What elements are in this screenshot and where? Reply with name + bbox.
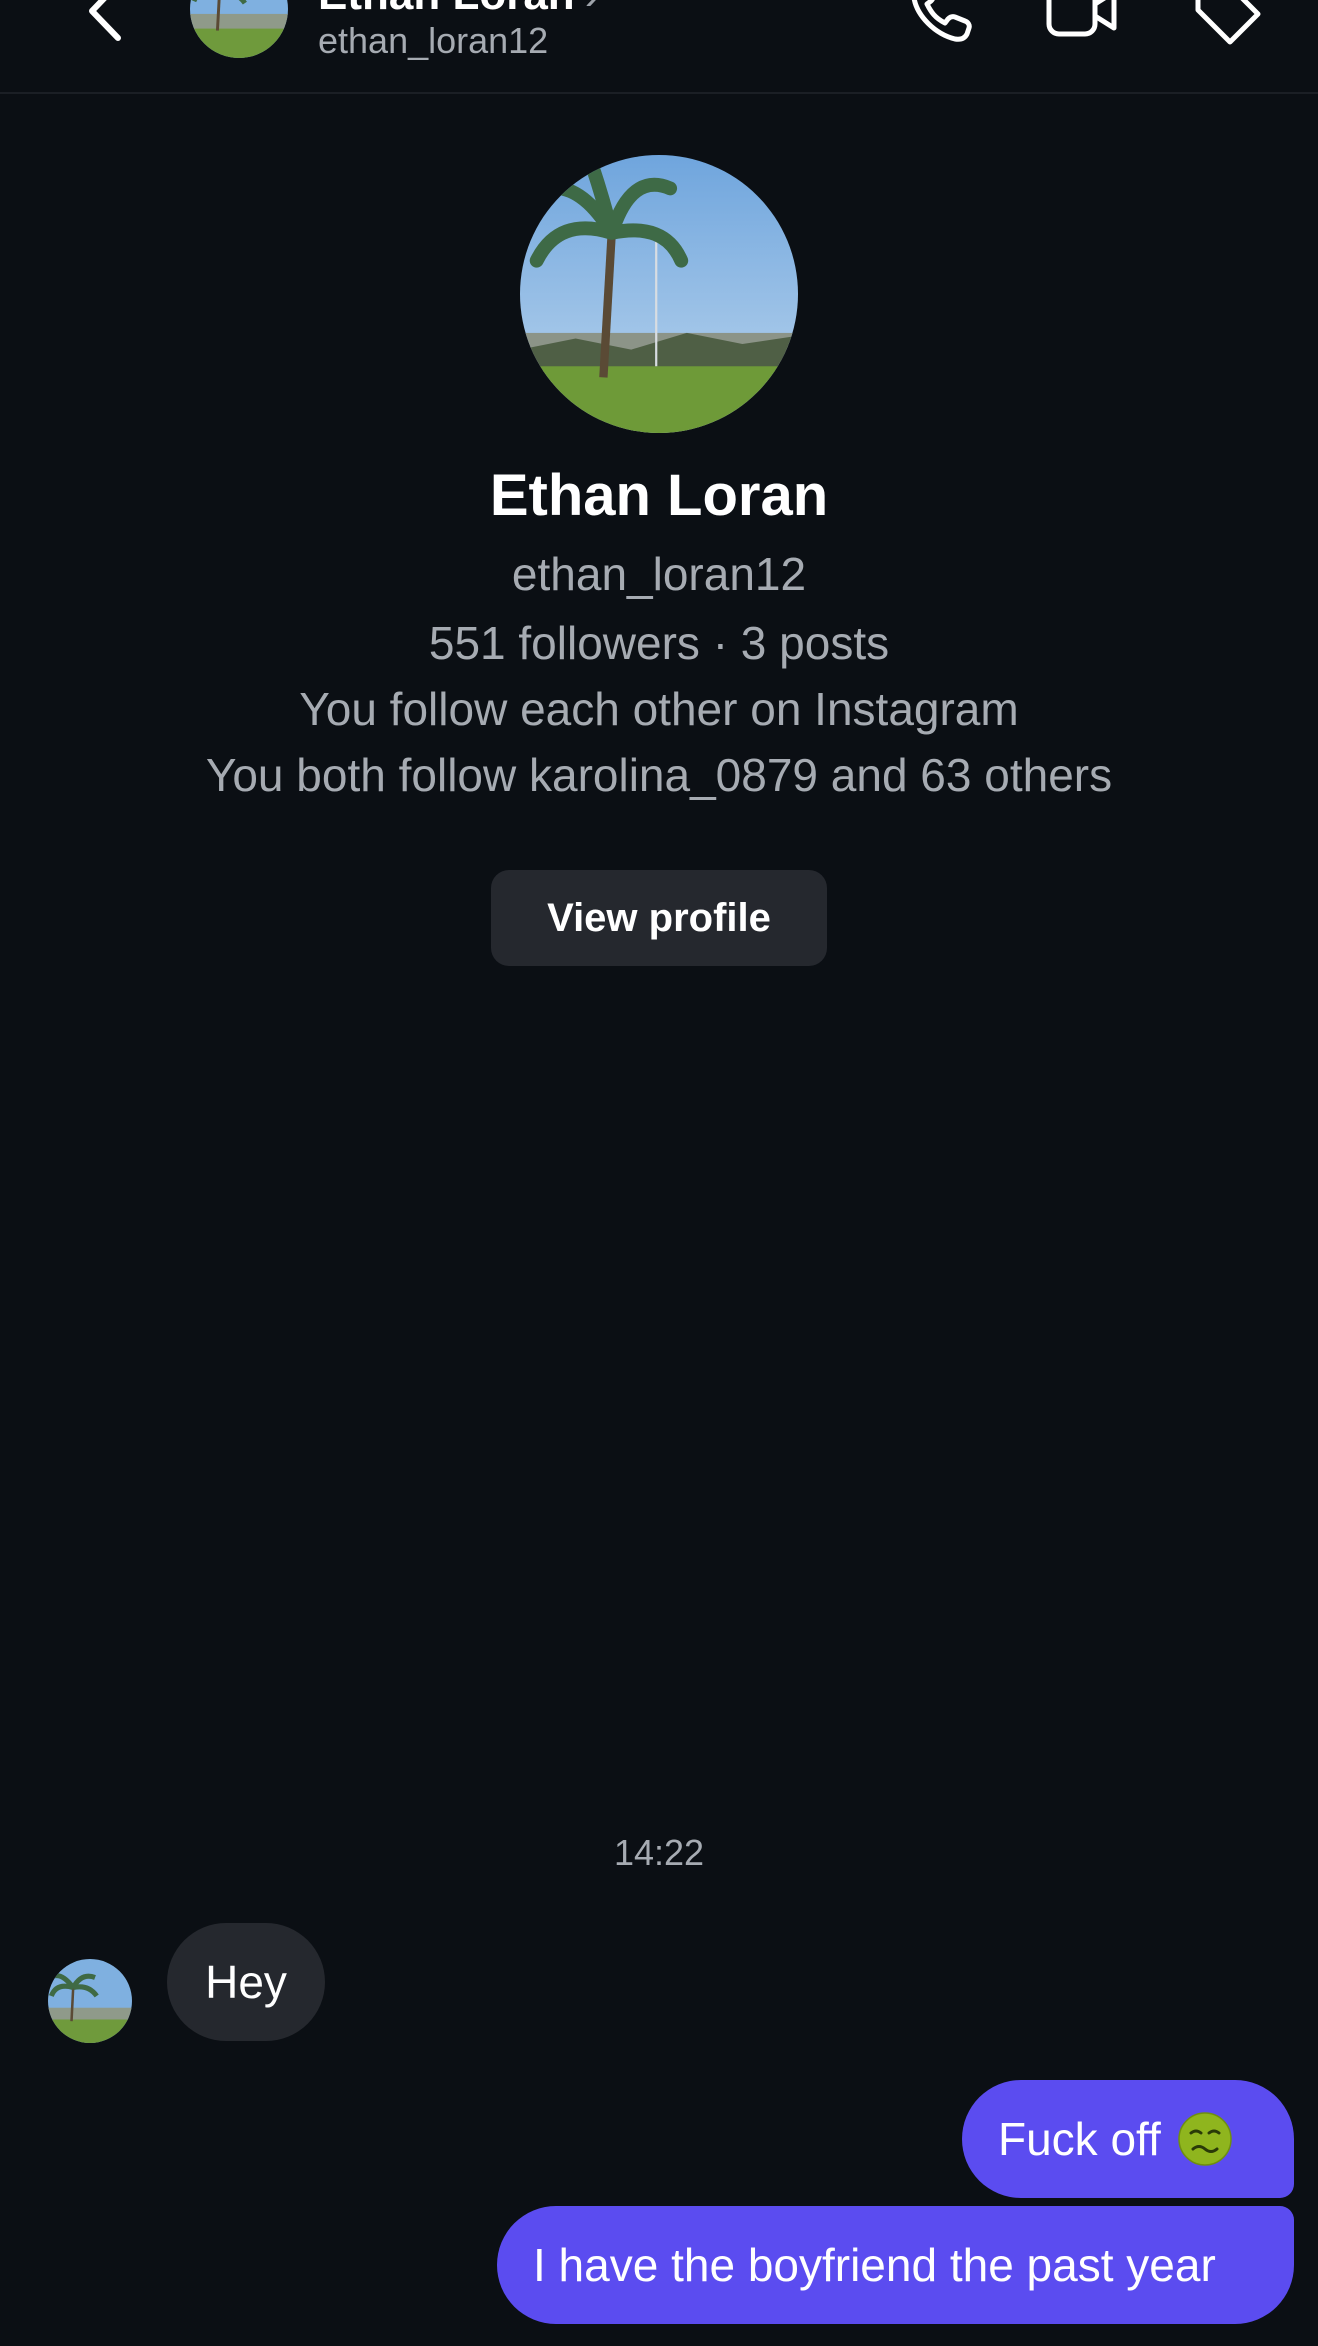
message-bubble-outgoing[interactable]: Fuck off bbox=[962, 2080, 1294, 2198]
back-icon[interactable] bbox=[70, 0, 140, 46]
profile-stats: 551 followers · 3 posts bbox=[428, 617, 890, 669]
profile-name: Ethan Loran bbox=[489, 463, 829, 528]
message-text: I have the boyfriend the past year bbox=[533, 2239, 1216, 2291]
message-timestamp: 14:22 bbox=[613, 1832, 705, 1873]
view-profile-button[interactable]: View profile bbox=[491, 870, 827, 966]
video-camera-icon[interactable] bbox=[1044, 0, 1120, 48]
profile-mutual-followers: You both follow karolina_0879 and 63 oth… bbox=[205, 749, 1113, 801]
message-sender-avatar[interactable] bbox=[48, 1959, 132, 2043]
header-avatar[interactable] bbox=[190, 0, 288, 58]
profile-avatar[interactable] bbox=[520, 155, 798, 433]
profile-username: ethan_loran12 bbox=[511, 548, 807, 600]
message-bubble-incoming[interactable]: Hey bbox=[167, 1923, 325, 2041]
nauseated-face-icon bbox=[1178, 2112, 1232, 2166]
message-bubble-outgoing[interactable]: I have the boyfriend the past year bbox=[497, 2206, 1294, 2324]
header-contact-name[interactable]: Ethan Loran › bbox=[318, 0, 599, 20]
message-text: Fuck off bbox=[998, 2113, 1161, 2165]
message-text: Hey bbox=[205, 1956, 287, 2008]
chat-header: Ethan Loran › ethan_loran12 bbox=[0, 0, 1318, 94]
header-contact-username: ethan_loran12 bbox=[318, 20, 549, 61]
profile-relationship: You follow each other on Instagram bbox=[299, 683, 1019, 735]
phone-icon[interactable] bbox=[905, 0, 981, 48]
header-contact-name-text: Ethan Loran bbox=[318, 0, 575, 19]
chevron-right-icon: › bbox=[585, 0, 600, 19]
tag-icon[interactable] bbox=[1190, 0, 1266, 48]
